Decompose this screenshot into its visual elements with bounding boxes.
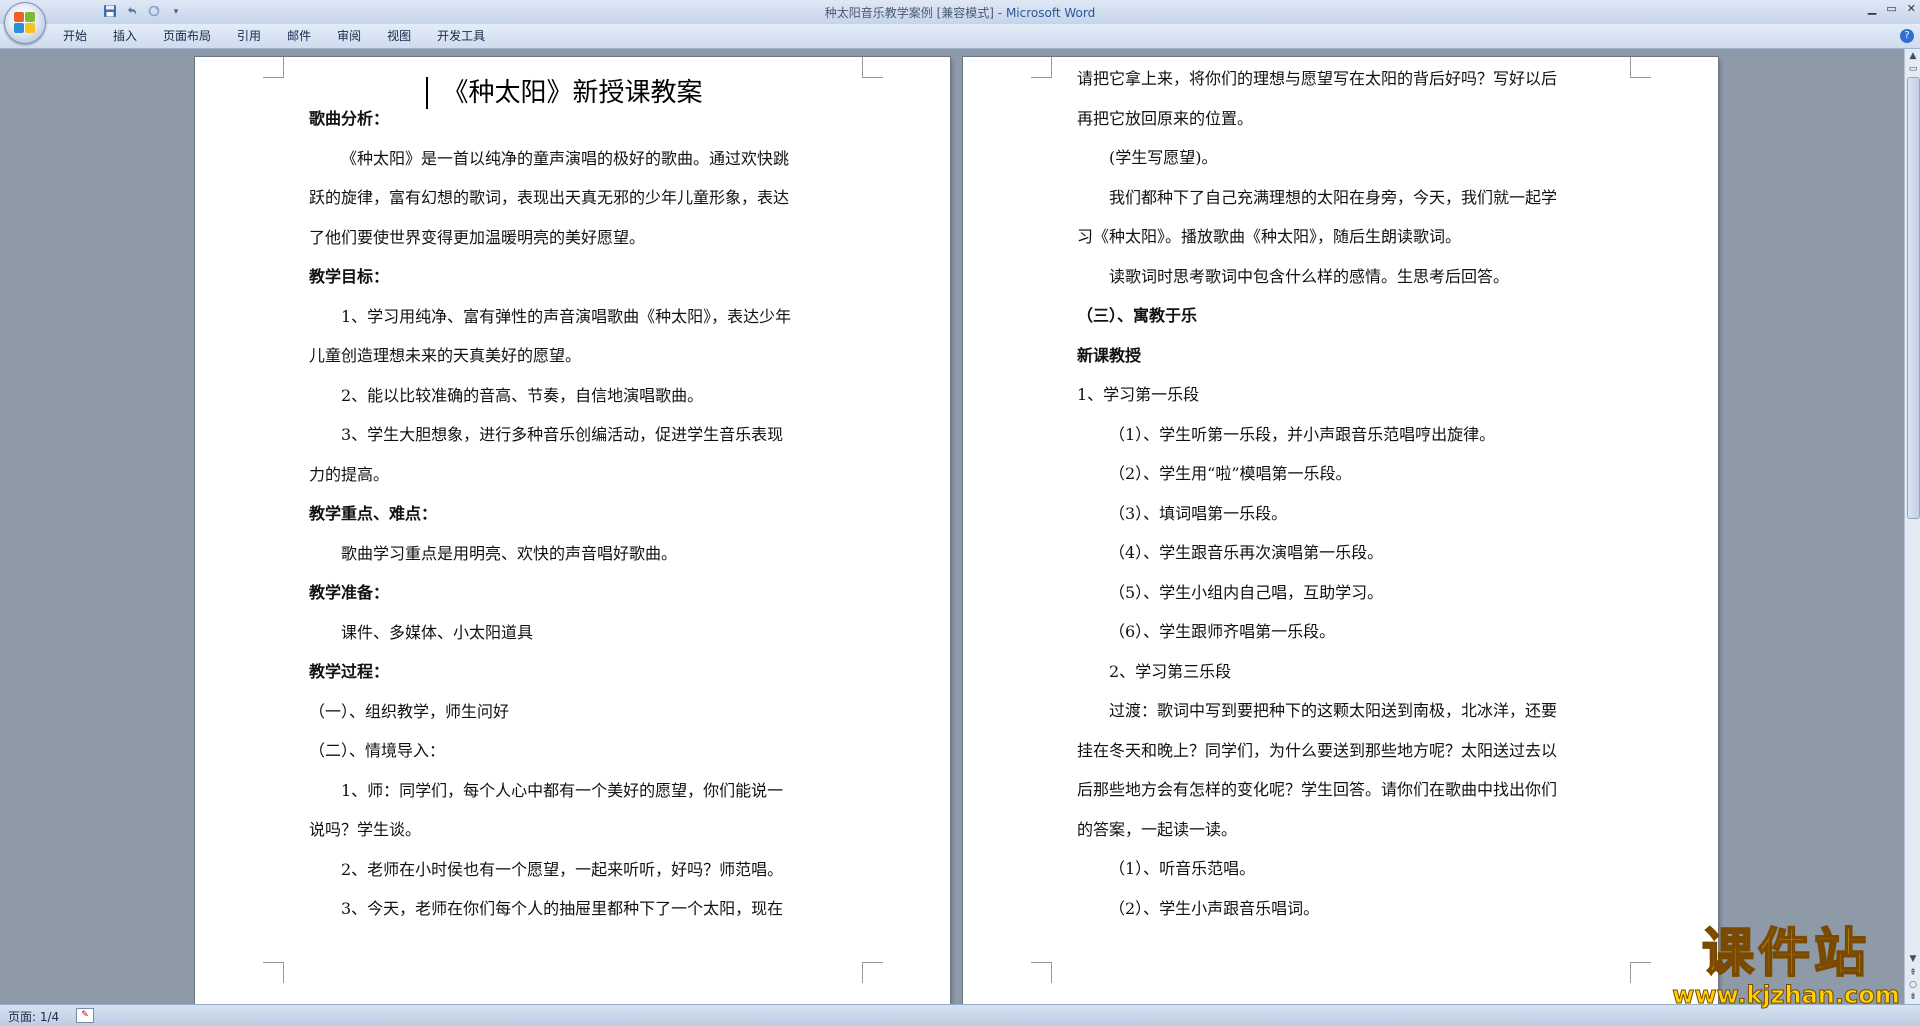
section-heading: 教学目标： [309,267,390,286]
section-heading: 教学准备： [309,583,390,602]
scrollbar-thumb[interactable] [1907,77,1920,519]
crop-mark [862,57,883,78]
paragraph-line: （4）、学生跟音乐再次演唱第一乐段。 [1109,543,1384,562]
status-bar: 页面: 1/4 ✎ [0,1004,1920,1026]
paragraph-line: （5）、学生小组内自己唱，互助学习。 [1109,582,1384,602]
next-page-icon[interactable]: ⇟ [1906,991,1920,1003]
title-bar: ▾ 种太阳音乐教学案例 [兼容模式] - Microsoft Word ▁ ▭ … [0,0,1920,25]
paragraph-line: 1、师：同学们，每个人心中都有一个美好的愿望，你们能说一 [341,780,784,800]
previous-page-icon[interactable]: ⇞ [1906,967,1920,979]
office-button[interactable] [4,2,46,44]
paragraph-line: 了他们要使世界变得更加温暖明亮的美好愿望。 [309,227,646,247]
paragraph-line: 2、能以比较准确的音高、节奏，自信地演唱歌曲。 [341,385,704,405]
paragraph-line: 1、学习用纯净、富有弹性的声音演唱歌曲《种太阳》，表达少年 [341,306,792,326]
paragraph-line: （3）、填词唱第一乐段。 [1109,503,1288,523]
page-indicator[interactable]: 页面: 1/4 [8,1008,59,1025]
tab-mailings[interactable]: 邮件 [274,28,324,44]
tab-review[interactable]: 审阅 [324,28,374,44]
section-heading: 歌曲分析： [309,109,390,128]
minimize-icon[interactable]: ▁ [1868,2,1876,15]
tab-home[interactable]: 开始 [50,28,100,44]
section-heading: （三）、寓教于乐 [1077,306,1198,325]
section-heading: 新课教授 [1077,345,1142,365]
crop-mark [263,57,284,78]
paragraph-line: 2、学习第三乐段 [1109,661,1232,681]
document-page-1[interactable]: 《种太阳》新授课教案 歌曲分析： 《种太阳》是一首以纯净的童声演唱的极好的歌曲。通… [195,57,950,1004]
help-icon[interactable]: ? [1900,29,1914,43]
crop-mark [862,962,883,983]
crop-mark [1630,57,1651,78]
paragraph-line: 3、今天，老师在你们每个人的抽屉里都种下了一个太阳，现在 [341,899,784,918]
ruler-toggle-icon[interactable]: ▭ [1906,63,1920,75]
document-workspace: 《种太阳》新授课教案 歌曲分析： 《种太阳》是一首以纯净的童声演唱的极好的歌曲。通… [0,49,1904,1004]
paragraph-line: 过渡：歌词中写到要把种下的这颗太阳送到南极，北冰洋，还要 [1109,701,1558,720]
paragraph-line: （1）、学生听第一乐段，并小声跟音乐范唱哼出旋律。 [1109,424,1496,444]
watermark-text: 课件站 [1701,923,1870,984]
paragraph-line: 挂在冬天和晚上？同学们，为什么要送到那些地方呢？太阳送过去以 [1077,740,1558,760]
tab-references[interactable]: 引用 [224,28,274,44]
crop-mark [1630,962,1651,983]
document-title: 《种太阳》新授课教案 [442,78,703,108]
paragraph-line: 2、老师在小时侯也有一个愿望，一起来听听，好吗？师范唱。 [341,859,784,879]
paragraph-line: （2）、学生用“啦”模唱第一乐段。 [1109,464,1352,483]
window-title: 种太阳音乐教学案例 [兼容模式] - Microsoft Word [824,6,1096,20]
paragraph-line: 歌曲学习重点是用明亮、欢快的声音唱好歌曲。 [341,543,678,563]
paragraph-line: （一）、组织教学，师生问好 [309,701,510,721]
paragraph-line: (学生写愿望)。 [1109,148,1218,167]
paragraph-line: 说吗？学生谈。 [309,820,422,839]
maximize-icon[interactable]: ▭ [1886,2,1896,15]
section-heading: 教学过程： [309,662,390,681]
section-heading: 教学重点、难点： [309,504,438,523]
vertical-scrollbar[interactable]: ▲ ▭ ▼ ⇞ ○ ⇟ [1904,49,1920,1004]
paragraph-line: （2）、学生小声跟音乐唱词。 [1109,898,1320,918]
close-icon[interactable]: ✕ [1907,2,1916,15]
paragraph-line: 后那些地方会有怎样的变化呢？学生回答。请你们在歌曲中找出你们 [1077,780,1558,799]
document-page-2[interactable]: 请把它拿上来，将你们的理想与愿望写在太阳的背后好吗？写好以后 再把它放回原来的位置… [963,57,1718,1004]
paragraph-line: 的答案，一起读一读。 [1077,819,1238,839]
paragraph-line: 请把它拿上来，将你们的理想与愿望写在太阳的背后好吗？写好以后 [1077,69,1558,88]
tab-page-layout[interactable]: 页面布局 [150,28,224,44]
paragraph-line: （二）、情境导入： [309,741,446,760]
paragraph-line: 课件、多媒体、小太阳道具 [341,622,534,642]
window-controls: ▁ ▭ ✕ [1868,2,1916,15]
paragraph-line: 儿童创造理想未来的天真美好的愿望。 [309,346,582,365]
crop-mark [1031,57,1052,78]
tab-insert[interactable]: 插入 [100,28,150,44]
watermark-logo: 课件站 www.kjzhan.com [1670,923,1902,1009]
paragraph-line: 3、学生大胆想象，进行多种音乐创编活动，促进学生音乐表现 [341,425,784,444]
ribbon-tab-bar: 开始 插入 页面布局 引用 邮件 审阅 视图 开发工具 ? [0,24,1920,49]
paragraph-line: （1）、听音乐范唱。 [1109,859,1256,878]
select-browse-object-icon[interactable]: ○ [1906,979,1920,991]
paragraph-line: 《种太阳》是一首以纯净的童声演唱的极好的歌曲。通过欢快跳 [341,148,790,168]
watermark-url: www.kjzhan.com [1672,981,1900,1009]
paragraph-line: 我们都种下了自己充满理想的太阳在身旁，今天，我们就一起学 [1109,187,1558,207]
crop-mark [1031,962,1052,983]
paragraph-line: 跃的旋律，富有幻想的歌词，表现出天真无邪的少年儿童形象，表达 [309,188,790,207]
paragraph-line: （6）、学生跟师齐唱第一乐段。 [1109,622,1336,641]
paragraph-line: 1、学习第一乐段 [1077,385,1200,404]
tab-view[interactable]: 视图 [374,28,424,44]
crop-mark [263,962,284,983]
scroll-down-icon[interactable]: ▼ [1906,953,1920,965]
office-logo-icon [14,12,36,34]
paragraph-line: 再把它放回原来的位置。 [1077,108,1254,128]
tab-developer[interactable]: 开发工具 [424,28,498,44]
scroll-up-icon[interactable]: ▲ [1906,50,1920,62]
paragraph-line: 读歌词时思考歌词中包含什么样的感情。生思考后回答。 [1109,266,1510,286]
paragraph-line: 习《种太阳》。播放歌曲《种太阳》，随后生朗读歌词。 [1077,227,1462,246]
proofing-icon[interactable]: ✎ [76,1008,94,1023]
paragraph-line: 力的提高。 [309,464,390,484]
